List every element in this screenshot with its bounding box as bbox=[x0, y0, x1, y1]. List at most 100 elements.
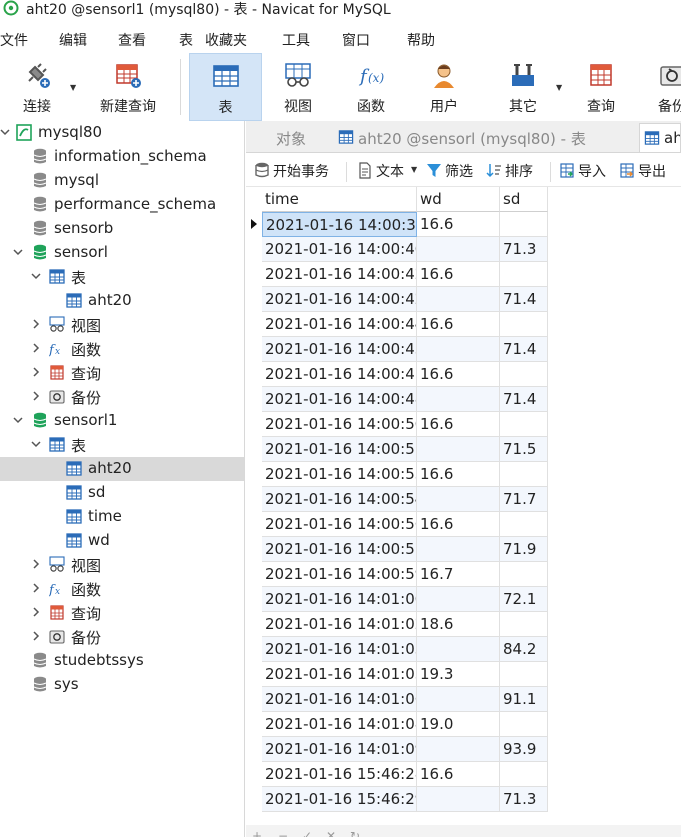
grid-cell-wd[interactable]: 16.6 bbox=[417, 412, 500, 437]
chevron-right-icon[interactable] bbox=[30, 389, 42, 403]
grid-cell-time[interactable]: 2021-01-16 14:00:57 bbox=[262, 537, 417, 562]
grid-cell-sd[interactable] bbox=[500, 362, 548, 387]
tree-db-sensorl1[interactable]: sensorl1 bbox=[0, 409, 244, 433]
tree-group-queries[interactable]: 查询 bbox=[0, 601, 244, 625]
menu-file[interactable]: 文件 bbox=[0, 30, 28, 50]
grid-cell-time[interactable]: 2021-01-16 14:00:51 bbox=[262, 437, 417, 462]
tree-group-views[interactable]: 视图 bbox=[0, 313, 244, 337]
grid-cell-time[interactable]: 2021-01-16 14:00:40 bbox=[262, 237, 417, 262]
grid-cell-sd[interactable] bbox=[500, 212, 548, 237]
grid-cell-wd[interactable]: 16.7 bbox=[417, 562, 500, 587]
grid-cell-wd[interactable] bbox=[417, 587, 500, 612]
grid-cell-time[interactable]: 2021-01-16 14:00:42 bbox=[262, 287, 417, 312]
grid-cell-wd[interactable] bbox=[417, 787, 500, 812]
sort-button[interactable]: 排序 bbox=[486, 160, 542, 182]
tree-group-functions[interactable]: fx 函数 bbox=[0, 337, 244, 361]
export-button[interactable]: 导出 bbox=[619, 160, 675, 182]
grid-cell-wd[interactable] bbox=[417, 237, 500, 262]
connect-dropdown-icon[interactable]: ▼ bbox=[70, 83, 76, 92]
grid-cell-time[interactable]: 2021-01-16 14:00:54 bbox=[262, 487, 417, 512]
menu-help[interactable]: 帮助 bbox=[407, 30, 435, 50]
grid-cell-wd[interactable] bbox=[417, 537, 500, 562]
chevron-down-icon[interactable] bbox=[30, 437, 42, 451]
grid-cell-wd[interactable] bbox=[417, 687, 500, 712]
tree-group-tables[interactable]: 表 bbox=[0, 433, 244, 457]
import-button[interactable]: 导入 bbox=[559, 160, 615, 182]
column-header-time[interactable]: time bbox=[262, 187, 417, 212]
grid-cell-sd[interactable] bbox=[500, 262, 548, 287]
tree-db-sensorl[interactable]: sensorl bbox=[0, 241, 244, 265]
grid-cell-sd[interactable] bbox=[500, 562, 548, 587]
grid-cell-sd[interactable] bbox=[500, 312, 548, 337]
grid-cell-sd[interactable]: 71.4 bbox=[500, 337, 548, 362]
backup-button[interactable]: 备份 bbox=[642, 53, 681, 121]
tree-db-information-schema[interactable]: information_schema bbox=[0, 145, 244, 169]
grid-cell-time[interactable]: 2021-01-16 14:01:00 bbox=[262, 587, 417, 612]
grid-cell-time[interactable]: 2021-01-16 14:00:45 bbox=[262, 337, 417, 362]
menu-table[interactable]: 表 bbox=[179, 30, 193, 50]
column-header-sd[interactable]: sd bbox=[500, 187, 548, 212]
tree-group-views[interactable]: 视图 bbox=[0, 553, 244, 577]
menu-view[interactable]: 查看 bbox=[118, 30, 146, 50]
grid-cell-time[interactable]: 2021-01-16 14:01:08 bbox=[262, 712, 417, 737]
grid-cell-sd[interactable]: 71.9 bbox=[500, 537, 548, 562]
chevron-right-icon[interactable] bbox=[30, 557, 42, 571]
tree-connection-mysql80[interactable]: mysql80 bbox=[0, 121, 244, 145]
delete-record-icon[interactable]: − bbox=[278, 829, 288, 837]
connect-button[interactable]: 连接 bbox=[6, 53, 68, 121]
grid-cell-time[interactable]: 2021-01-16 14:01:09 bbox=[262, 737, 417, 762]
grid-cell-wd[interactable]: 19.3 bbox=[417, 662, 500, 687]
tab-aht20-sensorl1[interactable]: ah bbox=[639, 123, 681, 152]
grid-cell-wd[interactable] bbox=[417, 287, 500, 312]
grid-cell-sd[interactable]: 71.3 bbox=[500, 787, 548, 812]
chevron-right-icon[interactable] bbox=[30, 581, 42, 595]
grid-cell-sd[interactable] bbox=[500, 662, 548, 687]
tree-group-functions[interactable]: fx 函数 bbox=[0, 577, 244, 601]
grid-cell-time[interactable]: 2021-01-16 14:01:02 bbox=[262, 612, 417, 637]
grid-cell-wd[interactable]: 16.6 bbox=[417, 462, 500, 487]
grid-cell-sd[interactable]: 93.9 bbox=[500, 737, 548, 762]
grid-cell-sd[interactable] bbox=[500, 512, 548, 537]
chevron-down-icon[interactable] bbox=[12, 413, 24, 427]
new-query-button[interactable]: 新建查询 bbox=[80, 53, 176, 121]
tree-db-sys[interactable]: sys bbox=[0, 673, 244, 697]
menu-edit[interactable]: 编辑 bbox=[59, 30, 87, 50]
grid-cell-sd[interactable] bbox=[500, 462, 548, 487]
column-header-wd[interactable]: wd bbox=[417, 187, 500, 212]
grid-cell-wd[interactable] bbox=[417, 487, 500, 512]
tree-table-aht20-selected[interactable]: aht20 bbox=[0, 457, 244, 481]
tree-group-backups[interactable]: 备份 bbox=[0, 625, 244, 649]
tree-db-sensorb[interactable]: sensorb bbox=[0, 217, 244, 241]
menu-window[interactable]: 窗口 bbox=[342, 30, 370, 50]
tree-table-sd[interactable]: sd bbox=[0, 481, 244, 505]
tab-objects[interactable]: 对象 bbox=[252, 123, 332, 152]
grid-cell-wd[interactable]: 16.6 bbox=[417, 512, 500, 537]
tree-table-time[interactable]: time bbox=[0, 505, 244, 529]
grid-cell-time[interactable]: 2021-01-16 14:01:06 bbox=[262, 687, 417, 712]
grid-cell-time[interactable]: 2021-01-16 14:00:44 bbox=[262, 312, 417, 337]
chevron-right-icon[interactable] bbox=[30, 341, 42, 355]
grid-cell-sd[interactable]: 71.4 bbox=[500, 287, 548, 312]
grid-cell-time[interactable]: 2021-01-16 14:00:38 bbox=[262, 212, 417, 237]
tree-db-mysql[interactable]: mysql bbox=[0, 169, 244, 193]
text-button[interactable]: 文本 ▼ bbox=[357, 160, 421, 182]
tree-table-aht20[interactable]: aht20 bbox=[0, 289, 244, 313]
grid-cell-sd[interactable] bbox=[500, 762, 548, 787]
chevron-right-icon[interactable] bbox=[30, 629, 42, 643]
grid-cell-wd[interactable] bbox=[417, 437, 500, 462]
tree-table-wd[interactable]: wd bbox=[0, 529, 244, 553]
tree-group-queries[interactable]: 查询 bbox=[0, 361, 244, 385]
grid-cell-wd[interactable]: 16.6 bbox=[417, 262, 500, 287]
grid-cell-sd[interactable]: 72.1 bbox=[500, 587, 548, 612]
grid-cell-wd[interactable]: 16.6 bbox=[417, 762, 500, 787]
tree-group-tables[interactable]: 表 bbox=[0, 265, 244, 289]
grid-cell-wd[interactable]: 18.6 bbox=[417, 612, 500, 637]
chevron-right-icon[interactable] bbox=[30, 317, 42, 331]
grid-cell-sd[interactable]: 71.5 bbox=[500, 437, 548, 462]
tree-db-performance-schema[interactable]: performance_schema bbox=[0, 193, 244, 217]
grid-cell-wd[interactable] bbox=[417, 337, 500, 362]
grid-cell-time[interactable]: 2021-01-16 14:01:05 bbox=[262, 662, 417, 687]
grid-cell-time[interactable]: 2021-01-16 14:00:59 bbox=[262, 562, 417, 587]
grid-cell-wd[interactable] bbox=[417, 737, 500, 762]
grid-cell-sd[interactable] bbox=[500, 612, 548, 637]
